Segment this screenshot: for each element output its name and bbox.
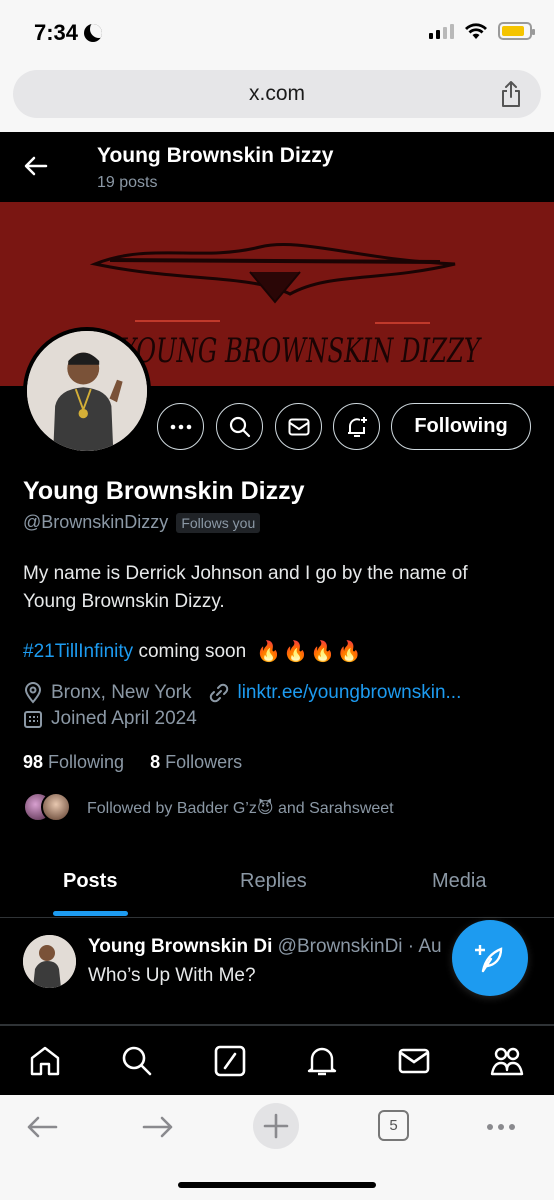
tabs-button[interactable]: 5 xyxy=(378,1110,409,1141)
browser-forward-icon[interactable] xyxy=(140,1109,176,1145)
post-meta: @BrownskinDi · Au xyxy=(272,936,442,957)
back-arrow-icon[interactable] xyxy=(22,152,50,180)
message-button[interactable] xyxy=(275,403,322,450)
search-icon xyxy=(229,416,250,437)
profile-location: Bronx, New York xyxy=(51,682,192,703)
battery-icon xyxy=(498,22,535,40)
more-icon xyxy=(170,424,191,429)
battery-fill xyxy=(502,26,525,36)
tab-replies[interactable]: Replies xyxy=(240,870,307,893)
fire-emoji: 🔥 xyxy=(310,641,335,663)
search-profile-button[interactable] xyxy=(216,403,263,450)
compose-post-button[interactable] xyxy=(452,920,528,996)
profile-avatar[interactable] xyxy=(23,327,151,455)
new-tab-button[interactable] xyxy=(253,1103,299,1149)
profile-joined: Joined April 2024 xyxy=(51,708,197,729)
profile-bio: My name is Derrick Johnson and I go by t… xyxy=(23,563,468,612)
url-text: x.com xyxy=(248,82,305,105)
envelope-icon xyxy=(288,418,309,435)
followed-by-row[interactable]: Followed by Badder G’z😈 and Sarahsweet xyxy=(23,792,394,824)
active-tab-indicator xyxy=(53,911,128,916)
following-button[interactable]: Following xyxy=(391,403,531,450)
more-menu-icon[interactable] xyxy=(483,1109,519,1145)
notifications-icon[interactable] xyxy=(305,1044,339,1078)
profile-name: Young Brownskin Dizzy xyxy=(23,477,305,505)
browser-chrome-top: 7:34 x.com xyxy=(0,0,554,132)
follow-counts: 98 Following 8 Followers xyxy=(23,752,242,773)
profile-handle: @BrownskinDizzy xyxy=(23,512,169,532)
address-bar[interactable]: x.com xyxy=(13,70,541,118)
banner-text: YOUNG BROWNSKIN DIZZY xyxy=(120,331,483,371)
bottom-navigation xyxy=(0,1025,554,1095)
profile-bio-hashtag-line: #21TillInfinity coming soon 🔥 🔥 🔥 🔥 xyxy=(23,638,362,666)
tab-posts[interactable]: Posts xyxy=(63,870,117,893)
more-options-button[interactable] xyxy=(157,403,204,450)
browser-back-icon[interactable] xyxy=(24,1109,60,1145)
home-icon[interactable] xyxy=(28,1044,62,1078)
location-link-row: Bronx, New York linktr.ee/youngbrownskin… xyxy=(23,682,461,704)
link-icon xyxy=(210,683,229,703)
followed-by-text: Followed by Badder G’z😈 and Sarahsweet xyxy=(87,800,394,817)
following-count-link[interactable]: 98 Following xyxy=(23,752,124,773)
profile-tabs: Posts Replies Media xyxy=(0,852,554,918)
header-title: Young Brownskin Dizzy xyxy=(97,144,334,167)
focus-moon-icon xyxy=(84,24,103,42)
location-pin-icon xyxy=(24,682,42,704)
plus-icon xyxy=(263,1113,289,1139)
followers-count-link[interactable]: 8 Followers xyxy=(150,752,242,773)
bell-plus-icon xyxy=(347,416,367,437)
profile-header: Young Brownskin Dizzy 19 posts xyxy=(0,132,554,202)
fire-emoji: 🔥 xyxy=(336,641,362,663)
handle-row: @BrownskinDizzy Follows you xyxy=(23,512,261,533)
notifications-subscribe-button[interactable] xyxy=(333,403,380,450)
wifi-icon xyxy=(465,23,487,39)
cellular-signal-icon xyxy=(429,23,454,39)
grok-icon[interactable] xyxy=(213,1044,247,1078)
fire-emoji: 🔥 xyxy=(256,641,282,663)
search-icon[interactable] xyxy=(120,1044,154,1078)
post-avatar[interactable] xyxy=(23,935,76,988)
hashtag-link[interactable]: #21TillInfinity xyxy=(23,638,133,666)
profile-website-link[interactable]: linktr.ee/youngbrownskin... xyxy=(237,682,461,704)
avatar xyxy=(41,792,71,822)
compose-feather-icon xyxy=(475,945,503,973)
fire-emoji: 🔥 xyxy=(283,641,309,663)
clock-text: 7:34 xyxy=(34,20,79,45)
status-indicators xyxy=(429,22,535,40)
communities-icon[interactable] xyxy=(490,1044,524,1078)
header-posts-count: 19 posts xyxy=(97,174,158,191)
post-author[interactable]: Young Brownskin Di xyxy=(88,936,272,957)
joined-row: Joined April 2024 xyxy=(23,708,197,730)
tab-media[interactable]: Media xyxy=(432,870,486,893)
follows-you-badge: Follows you xyxy=(176,512,261,533)
status-time: 7:34 xyxy=(34,20,103,46)
calendar-icon xyxy=(24,711,42,728)
post-text[interactable]: Who’s Up With Me? xyxy=(88,965,256,987)
share-icon[interactable] xyxy=(499,80,523,108)
messages-icon[interactable] xyxy=(397,1044,431,1078)
bio-coming-soon: coming soon xyxy=(133,641,247,662)
home-indicator xyxy=(178,1182,376,1188)
follower-avatars xyxy=(23,792,73,824)
